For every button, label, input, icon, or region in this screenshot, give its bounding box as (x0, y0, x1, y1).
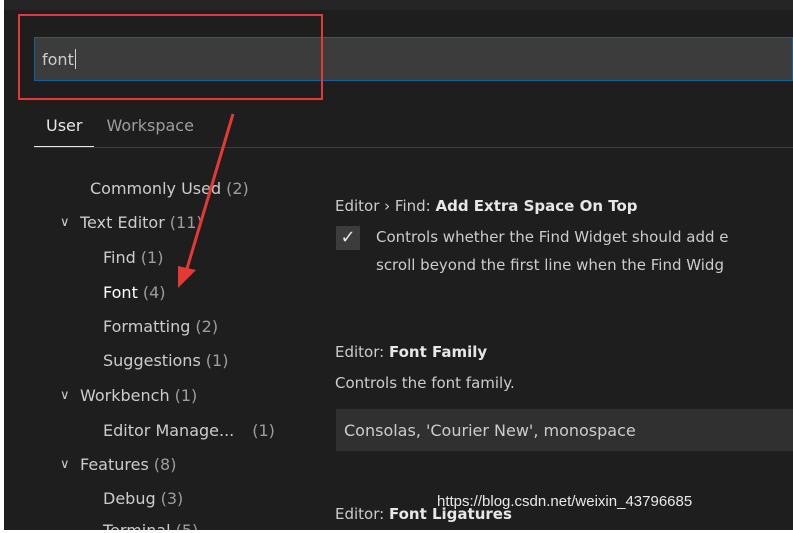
toc-label: Font (103, 283, 138, 302)
toc-count: (1) (252, 421, 275, 440)
toc-count: (5) (176, 521, 199, 530)
toc-count: (2) (226, 179, 249, 198)
toc-count: (1) (174, 386, 198, 405)
toc-label: Editor Manage... (103, 421, 235, 440)
chevron-down-icon[interactable]: ∨ (60, 388, 76, 403)
toc-item-font[interactable]: Font (4) (103, 283, 166, 302)
chevron-down-icon[interactable]: ∨ (60, 215, 76, 230)
toc-label: Features (80, 455, 149, 474)
toc-item-text-editor[interactable]: ∨ Text Editor (11) (60, 213, 203, 232)
setting-description-line: scroll beyond the first line when the Fi… (376, 256, 724, 274)
input-value: Consolas, 'Courier New', monospace (344, 420, 636, 440)
toc-item-formatting[interactable]: Formatting (2) (103, 317, 218, 336)
toc-item-terminal[interactable]: Terminal (5) (103, 521, 198, 530)
tab-user[interactable]: User (34, 112, 95, 147)
toc-count: (11) (169, 213, 203, 232)
toc-count: (1) (140, 248, 164, 267)
setting-category: Editor › Find: (335, 197, 436, 215)
toc-count: (3) (160, 489, 184, 508)
setting-checkbox[interactable]: ✓ (336, 226, 360, 250)
toc-label: Commonly Used (90, 179, 222, 198)
toc-count: (8) (153, 455, 177, 474)
setting-name: Font Family (388, 343, 488, 361)
toc-label: Text Editor (80, 213, 165, 232)
annotation-highlight-box (18, 14, 323, 100)
watermark: https://blog.csdn.net/weixin_43796685 (437, 493, 693, 510)
toc-item-features[interactable]: ∨ Features (8) (60, 455, 176, 474)
tab-workspace[interactable]: Workspace (94, 112, 205, 148)
setting-description-line: Controls whether the Find Widget should … (376, 228, 729, 246)
setting-title-find-extra-space: Editor › Find: Add Extra Space On Top (335, 197, 638, 215)
toc-label: Formatting (103, 317, 191, 336)
toc-label: Terminal (103, 521, 171, 530)
toc-label: Find (103, 248, 136, 267)
toc-item-debug[interactable]: Debug (3) (103, 489, 183, 508)
toc-item-editor-management[interactable]: Editor Manage... (1) (103, 421, 275, 440)
font-family-input[interactable]: Consolas, 'Courier New', monospace (336, 409, 793, 451)
title-strip (4, 0, 793, 10)
toc-count: (2) (195, 317, 219, 336)
chevron-down-icon[interactable]: ∨ (60, 457, 76, 472)
setting-name: Add Extra Space On Top (435, 197, 638, 215)
setting-category: Editor: (335, 343, 389, 361)
tabs-divider (34, 147, 793, 148)
toc-count: (1) (205, 351, 229, 370)
toc-label: Debug (103, 489, 156, 508)
scope-tabs: User Workspace (34, 112, 206, 148)
toc-item-workbench[interactable]: ∨ Workbench (1) (60, 386, 197, 405)
toc-label: Suggestions (103, 351, 201, 370)
toc-item-suggestions[interactable]: Suggestions (1) (103, 351, 228, 370)
toc-count: (4) (142, 283, 166, 302)
toc-item-find[interactable]: Find (1) (103, 248, 163, 267)
setting-title-font-family: Editor: Font Family (335, 343, 487, 361)
toc-item-commonly-used[interactable]: Commonly Used (2) (90, 179, 249, 198)
toc-label: Workbench (80, 386, 170, 405)
check-icon: ✓ (340, 227, 356, 248)
setting-category: Editor: (335, 505, 389, 523)
setting-description: Controls the font family. (335, 374, 515, 392)
